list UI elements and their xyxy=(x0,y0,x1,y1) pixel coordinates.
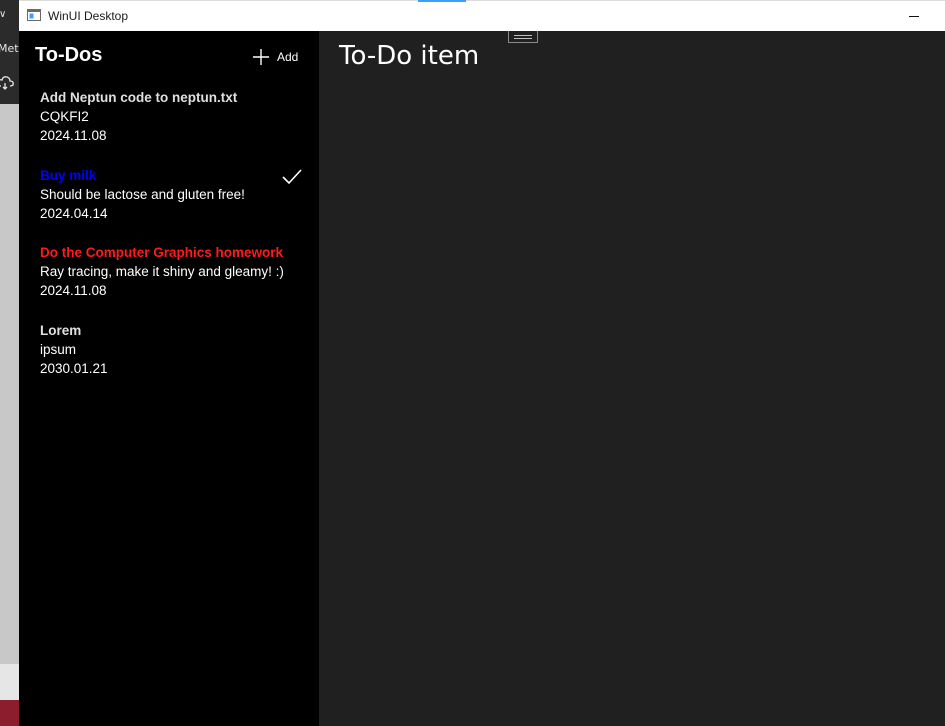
todo-date: 2024.11.08 xyxy=(40,283,107,298)
minimize-button[interactable] xyxy=(899,7,929,27)
detail-title: To-Do item xyxy=(339,41,480,71)
todo-list: Add Neptun code to neptun.txt CQKFI2 202… xyxy=(19,88,319,398)
cloud-icon xyxy=(0,76,14,90)
app-window-icon xyxy=(27,9,41,21)
todo-item[interactable]: Lorem ipsum 2030.01.21 xyxy=(19,321,319,399)
todo-title: Add Neptun code to neptun.txt xyxy=(40,90,238,105)
app-window: WinUI Desktop To-Dos Add Add Neptun code… xyxy=(19,0,945,726)
add-button-label: Add xyxy=(277,50,299,64)
background-app-panel xyxy=(0,664,19,700)
background-app-text: Mets xyxy=(0,42,19,55)
detail-pane: To-Do item xyxy=(319,31,945,726)
todo-item[interactable]: Add Neptun code to neptun.txt CQKFI2 202… xyxy=(19,88,319,166)
todo-item[interactable]: Do the Computer Graphics homework Ray tr… xyxy=(19,243,319,321)
title-bar[interactable]: WinUI Desktop xyxy=(19,0,945,31)
drag-handle[interactable] xyxy=(508,31,538,43)
todo-description: ipsum xyxy=(40,341,77,357)
page-title: To-Dos xyxy=(35,44,103,66)
todo-title: Do the Computer Graphics homework xyxy=(40,245,284,260)
background-app-toolbar: ∨ Mets xyxy=(0,0,19,104)
todo-item[interactable]: Buy milk Should be lactose and gluten fr… xyxy=(19,166,319,244)
plus-icon xyxy=(253,49,269,65)
todo-title: Buy milk xyxy=(40,167,97,183)
todo-date: 2030.01.21 xyxy=(40,360,108,376)
chevron-down-icon: ∨ xyxy=(0,9,7,20)
todo-date: 2024.11.08 xyxy=(40,128,107,143)
todo-date: 2024.04.14 xyxy=(40,205,108,221)
background-app-taskbar xyxy=(0,700,19,726)
title-bar-accent xyxy=(418,0,466,2)
checkmark-icon xyxy=(282,168,302,184)
todos-pane: To-Dos Add Add Neptun code to neptun.txt… xyxy=(19,31,319,726)
background-app: ∨ Mets xyxy=(0,0,19,726)
add-todo-button[interactable]: Add xyxy=(252,45,298,69)
window-title: WinUI Desktop xyxy=(48,9,129,23)
todo-title: Lorem xyxy=(40,322,82,338)
todo-description: Should be lactose and gluten free! xyxy=(40,186,245,202)
todo-description: Ray tracing, make it shiny and gleamy! :… xyxy=(40,264,284,279)
todo-description: CQKFI2 xyxy=(40,109,89,124)
